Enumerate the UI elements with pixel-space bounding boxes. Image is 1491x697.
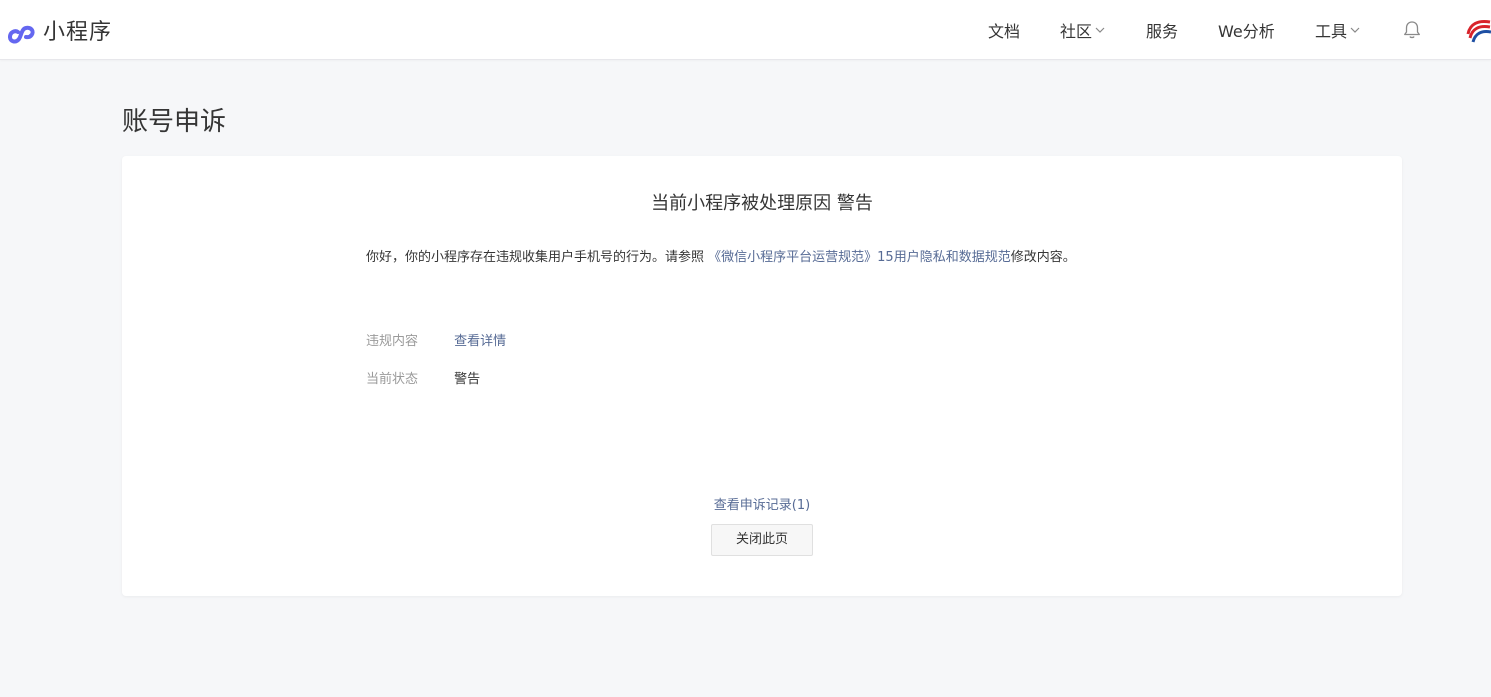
reason-title: 当前小程序被处理原因 警告: [651, 193, 873, 214]
close-page-button[interactable]: 关闭此页: [711, 524, 813, 556]
notice-text: 你好，你的小程序存在违规收集用户手机号的行为。请参照 《微信小程序平台运营规范》…: [366, 246, 1076, 265]
avatar[interactable]: [1466, 18, 1491, 44]
bell-icon[interactable]: [1402, 20, 1422, 40]
notice-prefix: 你好，你的小程序存在违规收集用户手机号的行为。请参照: [366, 250, 705, 265]
platform-rules-link[interactable]: 《微信小程序平台运营规范》15用户隐私和数据规范: [708, 250, 1011, 265]
nav-tools-label: 工具: [1315, 22, 1348, 41]
nav-community-label: 社区: [1060, 22, 1093, 41]
appeal-records-link[interactable]: 查看申诉记录(1): [122, 494, 1402, 513]
violation-row: 违规内容 查看详情: [366, 330, 506, 349]
view-details-link[interactable]: 查看详情: [454, 334, 506, 349]
status-row: 当前状态 警告: [366, 368, 480, 387]
logo[interactable]: 小程序: [4, 13, 112, 47]
nav-docs-label: 文档: [988, 22, 1021, 41]
notice-suffix: 修改内容。: [1010, 250, 1076, 265]
nav-analytics[interactable]: We分析: [1218, 20, 1275, 41]
status-label: 当前状态: [366, 372, 419, 387]
status-value: 警告: [454, 372, 481, 387]
logo-text: 小程序: [43, 20, 113, 45]
nav-services-label: 服务: [1146, 22, 1179, 41]
chevron-down-icon: [1350, 27, 1360, 33]
page-title: 账号申诉: [122, 107, 227, 137]
nav-docs[interactable]: 文档: [988, 20, 1021, 41]
mini-program-logo-icon: [8, 25, 35, 44]
appeal-card: 当前小程序被处理原因 警告 你好，你的小程序存在违规收集用户手机号的行为。请参照…: [122, 156, 1402, 596]
chevron-down-icon: [1095, 27, 1105, 33]
violation-label: 违规内容: [366, 334, 419, 349]
nav-analytics-label: We分析: [1218, 22, 1275, 41]
top-navigation-bar: 小程序 文档 社区 服务 We分析 工具: [0, 0, 1491, 60]
nav-tools[interactable]: 工具: [1315, 20, 1361, 41]
nav-community[interactable]: 社区: [1060, 20, 1106, 41]
nav-services[interactable]: 服务: [1146, 20, 1179, 41]
